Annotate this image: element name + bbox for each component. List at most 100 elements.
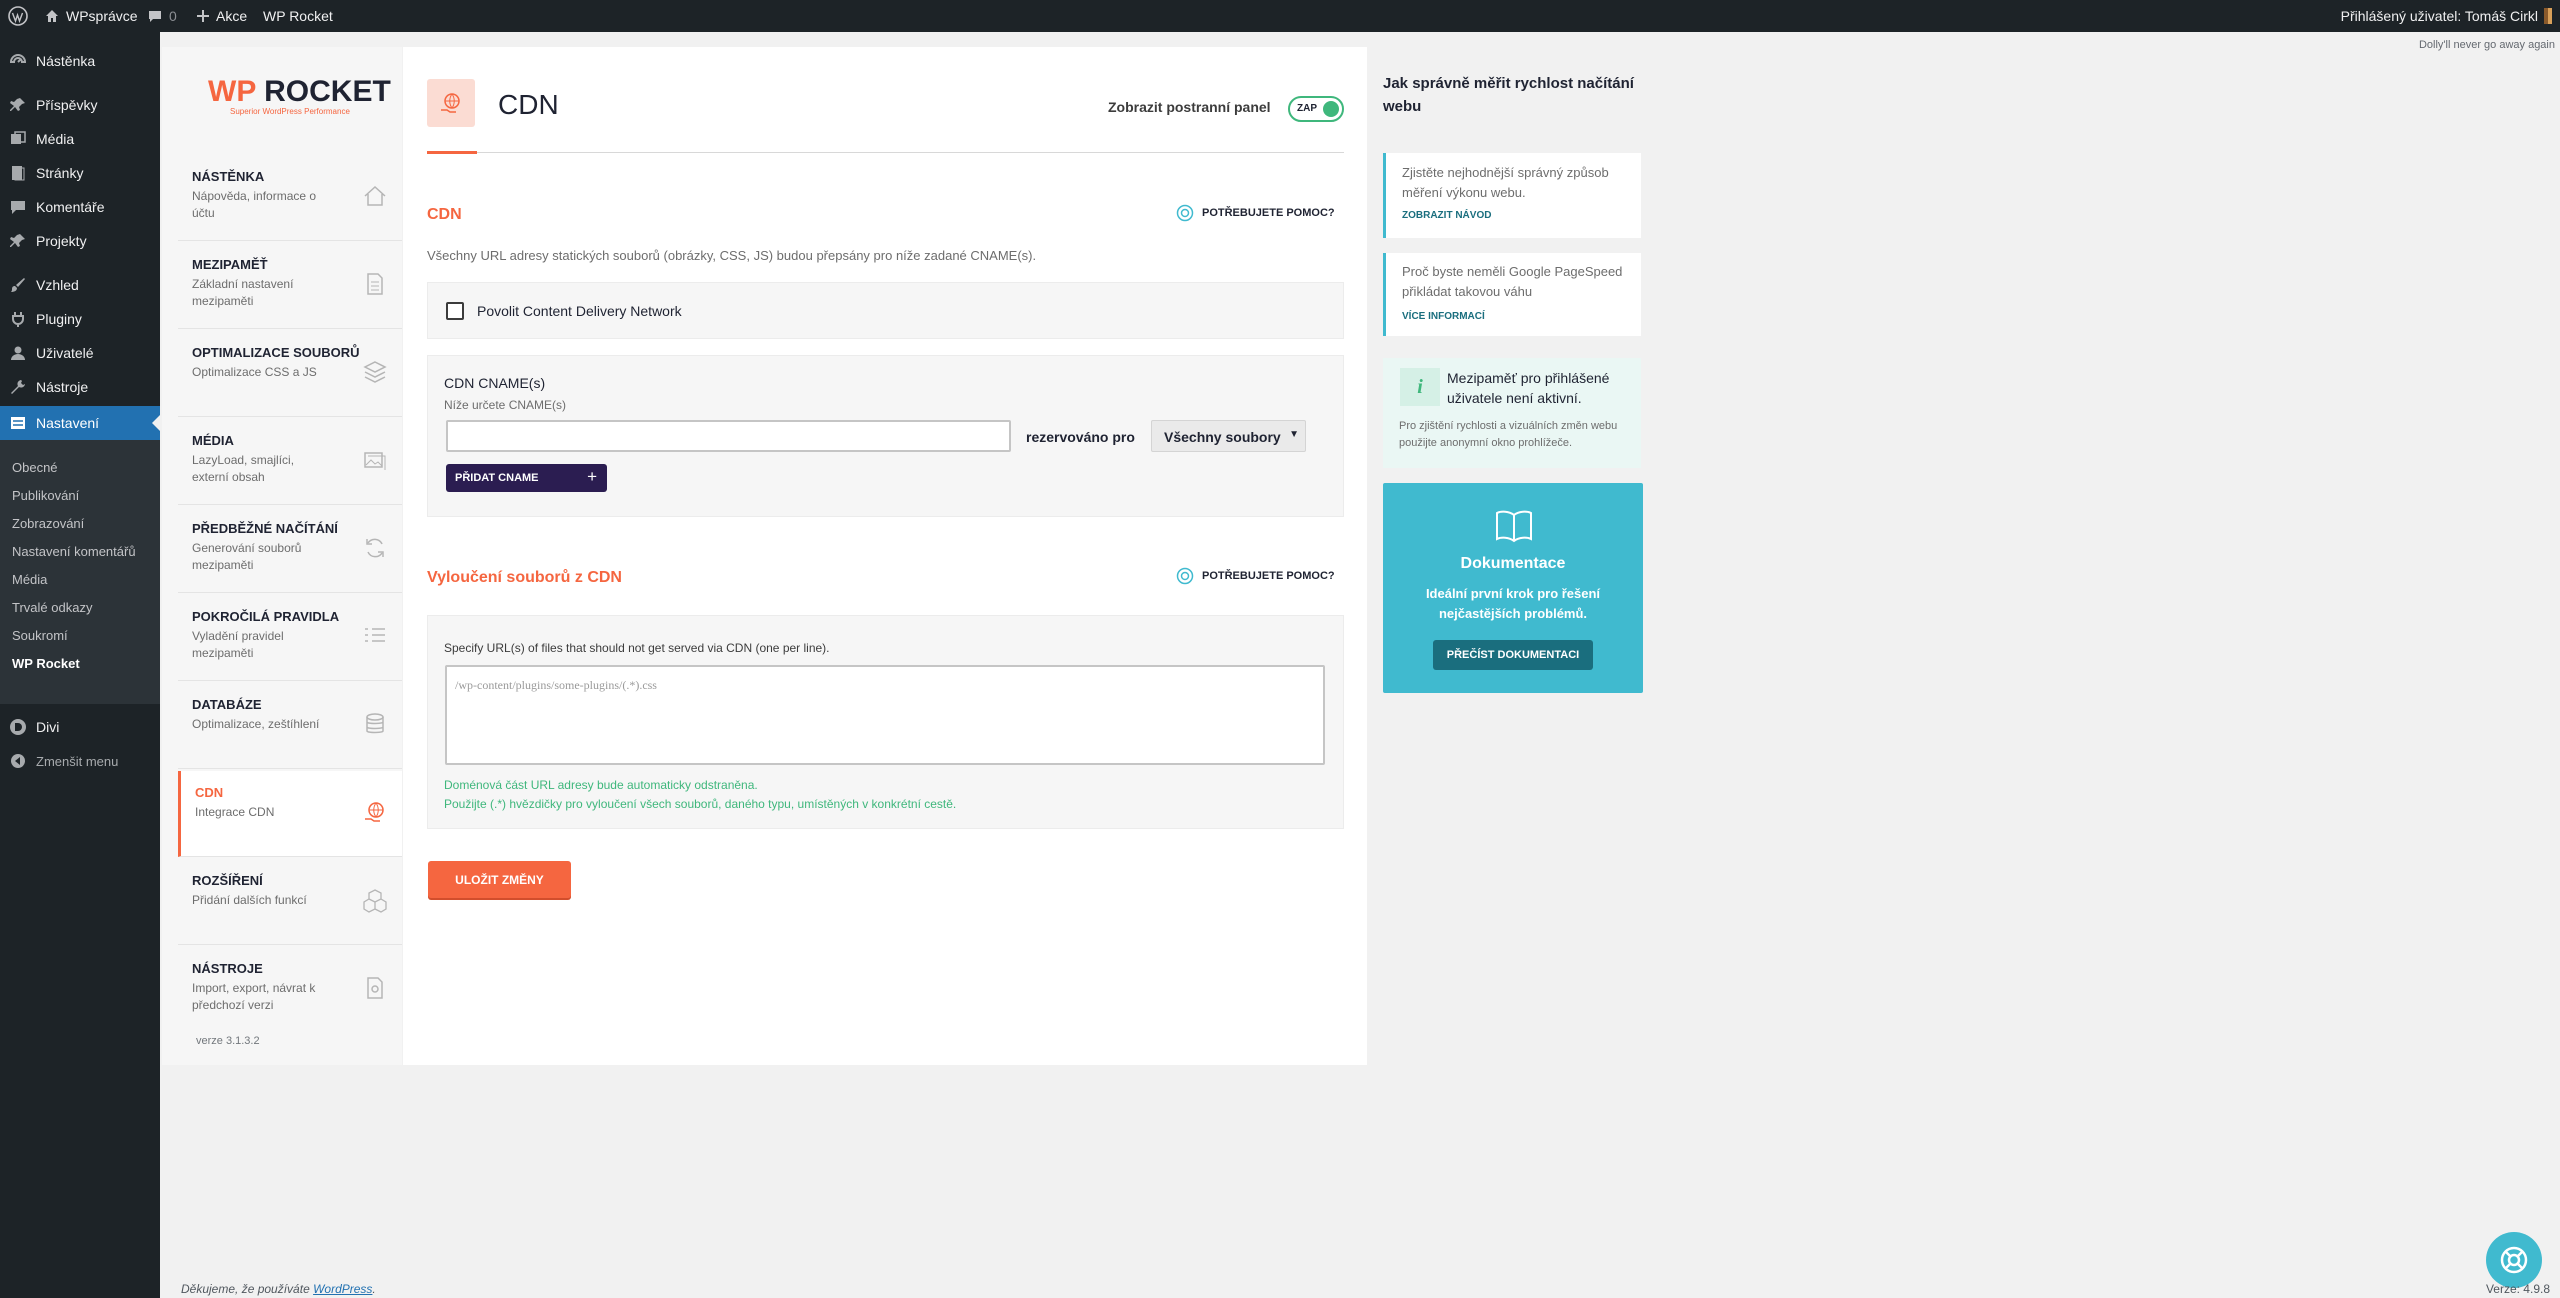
help-link-exclude[interactable]: POTŘEBUJETE POMOC?: [1176, 567, 1335, 585]
nav-addons[interactable]: ROZŠÍŘENÍ Přidání dalších funkcí: [178, 859, 402, 945]
submenu-discussion[interactable]: Nastavení komentářů: [12, 544, 136, 559]
lifebuoy-icon: [1176, 567, 1194, 585]
sidebar-toggle-label: Zobrazit postranní panel: [1108, 99, 1271, 115]
nav-preload[interactable]: PŘEDBĚŽNÉ NAČÍTÁNÍ Generování souborů me…: [178, 507, 402, 593]
nav-dashboard[interactable]: NÁSTĚNKA Nápověda, informace o účtu: [178, 155, 402, 241]
nav-title: NÁSTROJE: [192, 961, 263, 976]
submenu-wp-rocket[interactable]: WP Rocket: [12, 656, 80, 671]
read-docs-label: PŘEČÍST DOKUMENTACI: [1446, 649, 1580, 661]
menu-item-projects[interactable]: Projekty: [0, 224, 160, 258]
menu-item-users[interactable]: Uživatelé: [0, 336, 160, 370]
section-title-exclude: Vyloučení souborů z CDN: [427, 569, 622, 586]
submenu-permalinks[interactable]: Trvalé odkazy: [12, 600, 92, 615]
list-icon: [365, 628, 385, 642]
card-text: Zjistěte nejhodnější správný způsob měře…: [1402, 165, 1609, 200]
menu-label: Projekty: [36, 233, 87, 249]
menu-item-plugins[interactable]: Pluginy: [0, 302, 160, 336]
wp-rocket-link[interactable]: WP Rocket: [263, 0, 333, 32]
info-title: Mezipaměť pro přihlášené uživatele není …: [1447, 370, 1610, 406]
menu-item-tools[interactable]: Nástroje: [0, 370, 160, 404]
menu-item-media[interactable]: Média: [0, 122, 160, 156]
user-account-link[interactable]: Přihlášený uživatel: Tomáš Cirkl: [2341, 0, 2552, 32]
read-docs-button[interactable]: PŘEČÍST DOKUMENTACI: [1433, 640, 1593, 670]
exclude-note-domain: Doménová část URL adresy bude automatick…: [444, 778, 758, 792]
user-icon: [0, 344, 36, 362]
guide-card-pagespeed: Proč byste neměli Google PageSpeed přikl…: [1383, 253, 1641, 336]
submenu-writing[interactable]: Publikování: [12, 488, 79, 503]
sidebar-toggle[interactable]: ZAP: [1288, 96, 1344, 122]
help-link-cdn[interactable]: POTŘEBUJETE POMOC?: [1176, 204, 1335, 222]
menu-item-dashboard[interactable]: Nástěnka: [0, 44, 160, 78]
site-name-link[interactable]: WPsprávce: [44, 0, 138, 32]
card-text: Proč byste neměli Google PageSpeed přikl…: [1402, 264, 1623, 299]
settings-content: CDN Zobrazit postranní panel ZAP CDN POT…: [403, 47, 1367, 1065]
menu-item-settings[interactable]: Nastavení: [0, 406, 160, 440]
submenu-media[interactable]: Média: [12, 572, 47, 587]
image-icon: [364, 452, 386, 470]
nav-desc: Přidání dalších funkcí: [192, 893, 307, 907]
collapse-menu-button[interactable]: Zmenšit menu: [0, 744, 160, 778]
file-icon: [367, 273, 383, 295]
wp-rocket-logo[interactable]: WP ROCKET Superior WordPress Performance: [208, 75, 391, 116]
toggle-knob: [1323, 101, 1339, 117]
add-cname-button[interactable]: PŘIDAT CNAME +: [446, 464, 607, 492]
exclude-note-wildcard: Použijte (.*) hvězdičky pro vyloučení vš…: [444, 797, 957, 811]
menu-label: Stránky: [36, 165, 84, 181]
file-type-select[interactable]: Všechny soubory ▼: [1151, 420, 1306, 452]
wordpress-logo-icon[interactable]: [8, 0, 28, 32]
nav-desc: Vyladění pravidel mezipaměti: [192, 629, 284, 660]
documentation-card: Dokumentace Ideální první krok pro řešen…: [1383, 483, 1643, 693]
nav-database[interactable]: DATABÁZE Optimalizace, zeštíhlení: [178, 683, 402, 769]
menu-label: Vzhled: [36, 277, 79, 293]
save-label: ULOŽIT ZMĚNY: [455, 873, 544, 887]
doc-text: Ideální první krok pro řešení nejčastějš…: [1425, 586, 1601, 621]
nav-title: ROZŠÍŘENÍ: [192, 873, 263, 888]
wp-rocket-nav: WP ROCKET Superior WordPress Performance…: [162, 47, 402, 1065]
media-icon: [0, 130, 36, 148]
show-guide-link[interactable]: ZOBRAZIT NÁVOD: [1402, 210, 1491, 221]
menu-item-comments[interactable]: Komentáře: [0, 190, 160, 224]
menu-item-appearance[interactable]: Vzhled: [0, 268, 160, 302]
admin-bar: WPsprávce 0 Akce WP Rocket Přihlášený už…: [0, 0, 2560, 32]
more-info-link[interactable]: VÍCE INFORMACÍ: [1402, 311, 1485, 322]
cname-subtitle: Níže určete CNAME(s): [444, 398, 567, 412]
enable-cdn-checkbox[interactable]: [446, 302, 464, 320]
save-button[interactable]: ULOŽIT ZMĚNY: [428, 861, 571, 898]
home-icon: [364, 185, 386, 206]
footer-version: Verze: 4.9.8: [2485, 1282, 2550, 1296]
cname-panel: CDN CNAME(s) Níže určete CNAME(s) rezerv…: [427, 355, 1344, 517]
wrench-icon: [0, 378, 36, 396]
divi-icon: [0, 718, 36, 736]
nav-file-optimization[interactable]: OPTIMALIZACE SOUBORŮ Optimalizace CSS a …: [178, 331, 402, 417]
nav-media[interactable]: MÉDIA LazyLoad, smajlíci, externí obsah: [178, 419, 402, 505]
submenu-privacy[interactable]: Soukromí: [12, 628, 68, 643]
tools-file-icon: [367, 977, 383, 999]
menu-item-posts[interactable]: Příspěvky: [0, 88, 160, 122]
menu-item-pages[interactable]: Stránky: [0, 156, 160, 190]
new-content-link[interactable]: Akce: [196, 0, 247, 32]
chevron-down-icon: ▼: [1289, 429, 1299, 440]
menu-label: Divi: [36, 719, 60, 735]
nav-tools[interactable]: NÁSTROJE Import, export, návrat k předch…: [178, 947, 402, 1033]
cache-info-notice: i Mezipaměť pro přihlášené uživatele nen…: [1383, 358, 1641, 468]
book-icon: [1496, 510, 1532, 543]
nav-cdn[interactable]: CDN Integrace CDN: [178, 771, 402, 857]
nav-cache[interactable]: MEZIPAMĚŤ Základní nastavení mezipaměti: [178, 243, 402, 329]
brush-icon: [0, 276, 36, 294]
submenu-general[interactable]: Obecné: [12, 460, 58, 475]
comments-link[interactable]: 0: [147, 0, 177, 32]
add-cname-label: PŘIDAT CNAME: [455, 472, 539, 484]
lifebuoy-icon: [1176, 204, 1194, 222]
admin-menu: Nástěnka Příspěvky Média Stránky Komentá…: [0, 32, 160, 1298]
cname-input[interactable]: [446, 420, 1011, 452]
cdn-icon: [441, 93, 460, 113]
lifebuoy-icon: [2500, 1246, 2528, 1274]
menu-item-divi[interactable]: Divi: [0, 710, 160, 744]
submenu-reading[interactable]: Zobrazování: [12, 516, 84, 531]
settings-submenu: Obecné Publikování Zobrazování Nastavení…: [0, 440, 160, 704]
nav-advanced-rules[interactable]: POKROČILÁ PRAVIDLA Vyladění pravidel mez…: [178, 595, 402, 681]
wordpress-link[interactable]: WordPress: [313, 1282, 372, 1296]
exclude-textarea[interactable]: /wp-content/plugins/some-plugins/(.*).cs…: [445, 665, 1325, 765]
plugin-icon: [0, 310, 36, 328]
help-beacon-button[interactable]: [2486, 1232, 2542, 1288]
